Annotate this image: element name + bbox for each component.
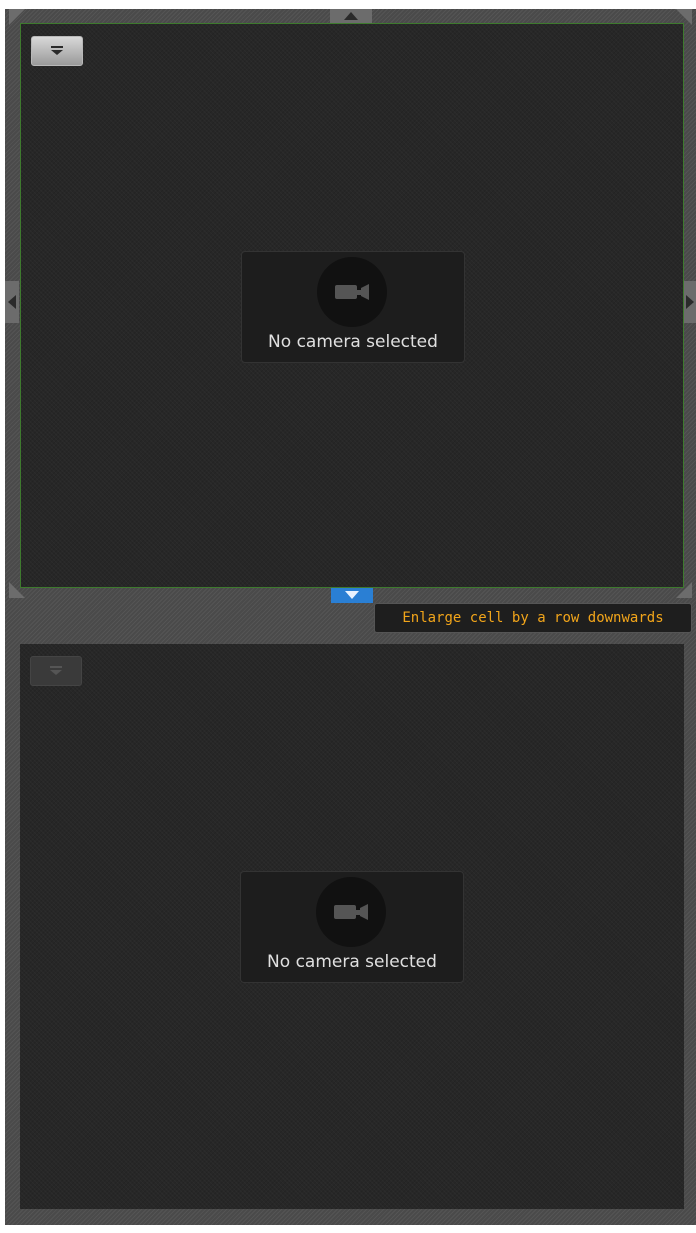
- camera-icon-circle: [316, 877, 386, 947]
- placeholder-label: No camera selected: [267, 952, 437, 972]
- cell-menu-button[interactable]: [31, 36, 83, 66]
- video-camera-icon: [334, 904, 368, 920]
- menu-dropdown-icon: [50, 46, 64, 56]
- no-camera-placeholder: No camera selected: [240, 871, 464, 983]
- arrow-right-icon: [686, 295, 694, 309]
- resize-handle-down[interactable]: [331, 587, 373, 603]
- camera-cell-1[interactable]: No camera selected: [20, 23, 684, 588]
- layout-grid: No camera selected No camera selected En…: [5, 9, 696, 1225]
- arrow-down-icon: [345, 591, 359, 599]
- resize-handle-up[interactable]: [330, 9, 372, 23]
- no-camera-placeholder: No camera selected: [241, 251, 465, 363]
- video-camera-icon: [335, 284, 369, 300]
- camera-cell-2[interactable]: No camera selected: [20, 644, 684, 1209]
- placeholder-label: No camera selected: [268, 332, 438, 352]
- resize-handle-right[interactable]: [684, 281, 696, 323]
- cell-menu-button[interactable]: [30, 656, 82, 686]
- menu-dropdown-icon: [49, 666, 63, 676]
- arrow-left-icon: [8, 295, 16, 309]
- resize-handle-left[interactable]: [5, 281, 19, 323]
- enlarge-cell-tooltip: Enlarge cell by a row downwards: [374, 603, 692, 633]
- arrow-up-icon: [344, 12, 358, 20]
- camera-icon-circle: [317, 257, 387, 327]
